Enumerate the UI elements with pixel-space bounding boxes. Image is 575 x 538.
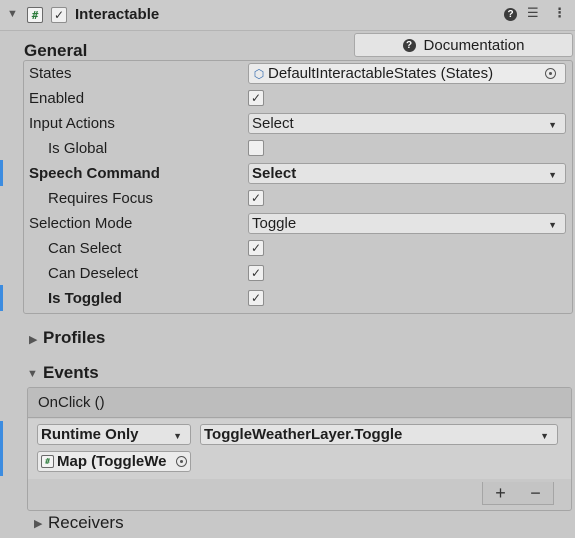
component-enabled-checkbox[interactable]: ✓: [51, 7, 67, 23]
input-actions-dropdown[interactable]: Select ▼: [248, 113, 566, 134]
function-value: ToggleWeatherLayer.Toggle: [204, 426, 403, 443]
can-select-label: Can Select: [48, 240, 122, 257]
events-foldout[interactable]: Events: [43, 363, 99, 383]
enabled-label: Enabled: [29, 90, 85, 107]
expand-arrow-icon[interactable]: ▶: [29, 333, 37, 346]
event-entry[interactable]: Runtime Only ▼ ToggleWeatherLayer.Toggle…: [28, 419, 571, 479]
object-picker-icon[interactable]: [176, 456, 187, 467]
scriptable-object-icon: ⬡: [253, 66, 265, 81]
target-object-value: Map (ToggleWe: [57, 453, 167, 470]
enabled-checkbox[interactable]: ✓: [248, 90, 264, 106]
speech-command-value: Select: [252, 165, 297, 182]
target-object-field[interactable]: # Map (ToggleWe: [37, 451, 191, 472]
input-actions-label: Input Actions: [29, 115, 115, 132]
general-title: General: [24, 41, 88, 60]
function-dropdown[interactable]: ToggleWeatherLayer.Toggle ▼: [200, 424, 558, 445]
modified-indicator: [0, 160, 3, 186]
chevron-down-icon: ▼: [548, 120, 557, 130]
component-title: Interactable: [75, 6, 160, 23]
is-global-label: Is Global: [48, 140, 108, 157]
chevron-down-icon: ▼: [173, 431, 182, 441]
states-label: States: [29, 65, 72, 82]
selection-mode-label: Selection Mode: [29, 215, 133, 232]
help-icon: ?: [402, 38, 416, 52]
modified-indicator: [0, 421, 3, 476]
runtime-mode-dropdown[interactable]: Runtime Only ▼: [37, 424, 191, 445]
states-field[interactable]: ⬡ DefaultInteractableStates (States): [248, 63, 566, 84]
requires-focus-label: Requires Focus: [48, 190, 154, 207]
chevron-down-icon: ▼: [548, 170, 557, 180]
collapse-arrow-icon[interactable]: ▼: [7, 8, 18, 20]
receivers-foldout[interactable]: Receivers: [48, 513, 124, 533]
states-value: DefaultInteractableStates (States): [268, 65, 494, 82]
remove-event-button[interactable]: −: [530, 483, 541, 504]
chevron-down-icon: ▼: [540, 431, 549, 441]
help-icon[interactable]: ?: [504, 8, 517, 21]
event-list-footer: + −: [482, 482, 554, 505]
object-picker-icon[interactable]: [545, 68, 556, 79]
can-deselect-checkbox[interactable]: ✓: [248, 265, 264, 281]
selection-mode-value: Toggle: [252, 215, 297, 232]
selection-mode-dropdown[interactable]: Toggle ▼: [248, 213, 566, 234]
context-menu-icon[interactable]: ⋮: [553, 5, 566, 21]
can-deselect-label: Can Deselect: [48, 265, 139, 282]
runtime-mode-value: Runtime Only: [41, 426, 139, 443]
speech-command-dropdown[interactable]: Select ▼: [248, 163, 566, 184]
requires-focus-checkbox[interactable]: ✓: [248, 190, 264, 206]
is-toggled-checkbox[interactable]: ✓: [248, 290, 264, 306]
preset-sliders-icon[interactable]: ☰: [527, 5, 539, 21]
onclick-header: OnClick (): [28, 388, 571, 418]
onclick-label: OnClick (): [38, 394, 105, 411]
modified-indicator: [0, 285, 3, 311]
input-actions-value: Select: [252, 115, 294, 132]
add-event-button[interactable]: +: [495, 483, 506, 504]
expand-arrow-icon[interactable]: ▶: [34, 517, 42, 530]
can-select-checkbox[interactable]: ✓: [248, 240, 264, 256]
profiles-foldout[interactable]: Profiles: [43, 328, 105, 348]
documentation-button[interactable]: ? Documentation: [354, 33, 573, 57]
chevron-down-icon: ▼: [548, 220, 557, 230]
is-toggled-label: Is Toggled: [48, 290, 122, 307]
documentation-label: Documentation: [423, 36, 525, 54]
speech-command-label: Speech Command: [29, 165, 160, 182]
script-icon: #: [27, 7, 43, 23]
script-icon: #: [41, 455, 54, 468]
collapse-arrow-icon[interactable]: ▼: [27, 368, 38, 380]
is-global-checkbox[interactable]: [248, 140, 264, 156]
